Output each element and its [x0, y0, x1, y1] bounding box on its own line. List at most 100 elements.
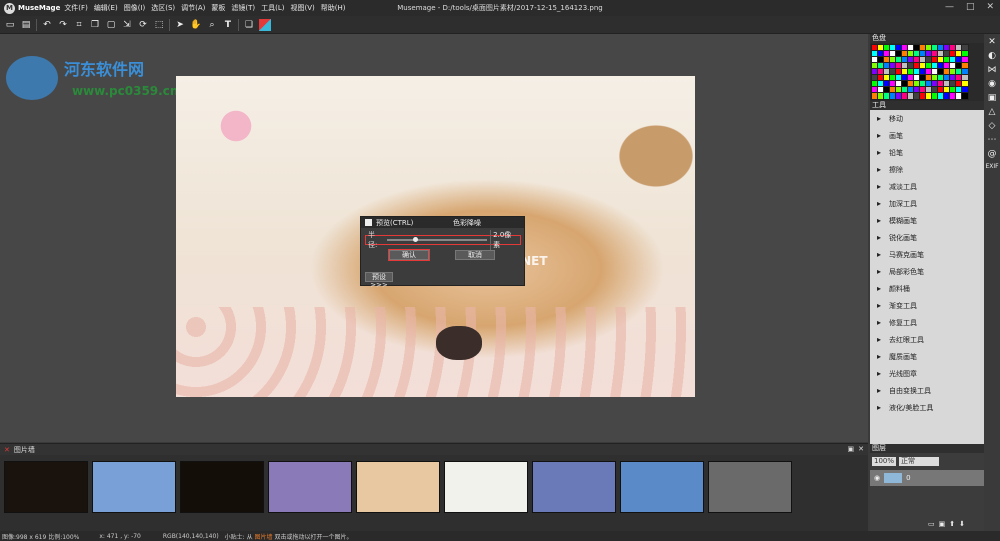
tool-item[interactable]: ▸ 马赛克画笔 — [870, 246, 984, 263]
menu-mask[interactable]: 蒙板 — [211, 3, 225, 13]
preset-button[interactable]: 预设>>> — [365, 272, 393, 289]
open-icon[interactable]: ▤ — [20, 19, 32, 31]
tool-item[interactable]: ▸ 修复工具 — [870, 314, 984, 331]
tool-item[interactable]: ▸ 移动 — [870, 110, 984, 127]
tool-label: 擦除 — [889, 165, 903, 174]
side-tool-icon[interactable]: ◉ — [988, 79, 996, 89]
tool-item[interactable]: ▸ 光线图章 — [870, 365, 984, 382]
menu-select[interactable]: 选区(S) — [151, 3, 175, 13]
rotate-icon[interactable]: ⟳ — [137, 19, 149, 31]
menu-help[interactable]: 帮助(H) — [321, 3, 346, 13]
tool-label: 修复工具 — [889, 318, 917, 327]
toolbar-divider — [36, 18, 37, 31]
magic-brush-icon: ▸ — [876, 351, 881, 361]
photo-thumbnail[interactable] — [4, 461, 88, 513]
radius-value[interactable]: 2.0像素 — [490, 230, 518, 250]
maximize-button[interactable]: □ — [966, 2, 975, 12]
side-tool-icon[interactable]: ⋈ — [988, 65, 997, 75]
menu-adjust[interactable]: 调节(A) — [181, 3, 205, 13]
select-icon[interactable]: ⬚ — [153, 19, 165, 31]
new-layer-icon[interactable]: ▭ — [928, 520, 935, 528]
status-bar: 图像:998 x 619 比例:100% x: 471 , y: -70 RGB… — [0, 531, 1000, 541]
minimize-button[interactable]: — — [945, 2, 954, 12]
tool-item[interactable]: ▸ 去红眼工具 — [870, 331, 984, 348]
tool-item[interactable]: ▸ 魔质画笔 — [870, 348, 984, 365]
confirm-button[interactable]: 确认 — [388, 249, 430, 261]
pointer-icon[interactable]: ➤ — [174, 19, 186, 31]
side-tool-icon[interactable]: ▣ — [988, 93, 997, 103]
side-tool-icon[interactable]: ✕ — [988, 37, 996, 47]
blend-mode-select[interactable]: 正常 — [899, 456, 940, 466]
side-tool-icon[interactable]: EXIF — [985, 163, 998, 170]
cancel-button[interactable]: 取消 — [455, 250, 495, 260]
photo-thumbnail[interactable] — [268, 461, 352, 513]
close-icon[interactable]: ✕ — [4, 446, 10, 454]
zoom-icon[interactable]: ⌕ — [206, 19, 218, 31]
preview-checkbox[interactable] — [365, 219, 372, 226]
crop-icon[interactable]: ⌗ — [73, 19, 85, 31]
tool-item[interactable]: ▸ 铅笔 — [870, 144, 984, 161]
tool-item[interactable]: ▸ 画笔 — [870, 127, 984, 144]
arrow-icon: ▸ — [876, 113, 881, 123]
photo-thumbnail[interactable] — [708, 461, 792, 513]
move-up-icon[interactable]: ⬆ — [949, 520, 955, 528]
photo-thumbnail[interactable] — [92, 461, 176, 513]
tool-item[interactable]: ▸ 液化/美脸工具 — [870, 399, 984, 416]
undo-icon[interactable]: ↶ — [41, 19, 53, 31]
tool-label: 光线图章 — [889, 369, 917, 378]
color-palette[interactable] — [870, 43, 984, 101]
canvas-area[interactable]: 河东软件网 www.pc0359.cn www.pHome.NET 预览(CTR… — [0, 34, 868, 442]
side-tool-icon[interactable]: ◇ — [989, 121, 996, 131]
tool-item[interactable]: ▸ 减淡工具 — [870, 178, 984, 195]
photo-thumbnail[interactable] — [444, 461, 528, 513]
tip-link[interactable]: 图片墙 — [255, 534, 273, 541]
slider-knob[interactable] — [413, 237, 419, 242]
photo-thumbnail[interactable] — [532, 461, 616, 513]
tool-item[interactable]: ▸ 锐化画笔 — [870, 229, 984, 246]
layer-item[interactable]: ◉ 0 — [870, 470, 984, 486]
side-tool-icon[interactable]: @ — [988, 149, 997, 159]
text-icon[interactable]: T — [222, 19, 234, 31]
close-button[interactable]: ✕ — [986, 2, 994, 12]
move-down-icon[interactable]: ⬇ — [959, 520, 965, 528]
new-icon[interactable]: ▭ — [4, 19, 16, 31]
eye-icon[interactable]: ◉ — [874, 474, 880, 482]
radius-row: 半径: 2.0像素 — [365, 230, 521, 250]
menu-file[interactable]: 文件(F) — [64, 3, 88, 13]
paste-icon[interactable]: ▢ — [105, 19, 117, 31]
resize-icon[interactable]: ⇲ — [121, 19, 133, 31]
palette-swatch[interactable] — [961, 92, 969, 100]
photo-thumbnail[interactable] — [180, 461, 264, 513]
color-icon[interactable] — [259, 18, 271, 31]
menu-edit[interactable]: 编辑(E) — [94, 3, 118, 13]
tool-label: 局部彩色笔 — [889, 267, 924, 276]
dog-nose — [436, 326, 482, 360]
menu-image[interactable]: 图像(I) — [124, 3, 146, 13]
tool-item[interactable]: ▸ 自由变换工具 — [870, 382, 984, 399]
copy-icon[interactable]: ❐ — [89, 19, 101, 31]
side-tool-icon[interactable]: △ — [989, 107, 996, 117]
layers-icon[interactable]: ❏ — [243, 19, 255, 31]
side-tool-icon[interactable]: ⋯ — [988, 135, 997, 145]
redo-icon[interactable]: ↷ — [57, 19, 69, 31]
opacity-input[interactable]: 100% — [872, 456, 897, 466]
close-icon[interactable]: ✕ — [858, 445, 864, 453]
tool-item[interactable]: ▸ 加深工具 — [870, 195, 984, 212]
photo-thumbnail[interactable] — [356, 461, 440, 513]
tool-item[interactable]: ▸ 模糊画笔 — [870, 212, 984, 229]
folder-icon[interactable]: ▣ — [848, 445, 855, 453]
tool-item[interactable]: ▸ 渐变工具 — [870, 297, 984, 314]
tool-item[interactable]: ▸ 局部彩色笔 — [870, 263, 984, 280]
radius-slider[interactable] — [387, 237, 488, 242]
tool-label: 马赛克画笔 — [889, 250, 924, 259]
tool-item[interactable]: ▸ 颜料桶 — [870, 280, 984, 297]
menu-view[interactable]: 视图(V) — [291, 3, 315, 13]
hand-icon[interactable]: ✋ — [190, 19, 202, 31]
photo-thumbnail[interactable] — [620, 461, 704, 513]
tool-item[interactable]: ▸ 擦除 — [870, 161, 984, 178]
side-tool-icon[interactable]: ◐ — [988, 51, 996, 61]
menu-tools[interactable]: 工具(L) — [261, 3, 284, 13]
delete-layer-icon[interactable]: ▣ — [939, 520, 946, 528]
menu-filter[interactable]: 滤镜(T) — [231, 3, 255, 13]
transform-icon: ▸ — [876, 385, 881, 395]
